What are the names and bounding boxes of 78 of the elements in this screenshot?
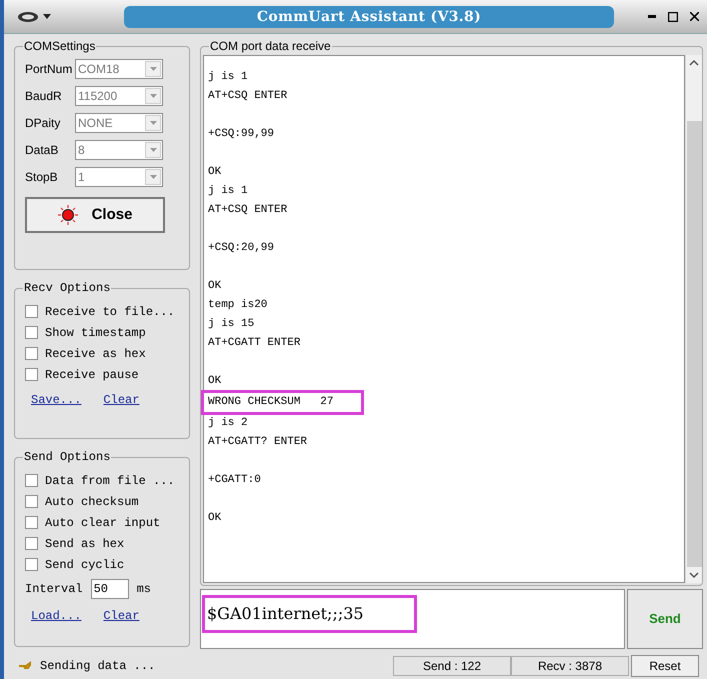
checkbox[interactable]: [25, 516, 38, 529]
checkbox-label: Send cyclic: [45, 556, 124, 574]
window-title: CommUart Assistant (V3.8): [124, 6, 614, 28]
log-line: AT+CGATT ENTER: [208, 336, 300, 351]
field-label: PortNum: [25, 61, 74, 78]
log-line: j is 2: [208, 416, 248, 431]
checkbox[interactable]: [25, 347, 38, 360]
checkbox[interactable]: [25, 495, 38, 508]
dropdown[interactable]: COM18: [75, 59, 163, 79]
group-title: Recv Options: [23, 280, 112, 296]
log-line: OK: [208, 374, 222, 389]
log-line: AT+CSQ ENTER: [208, 203, 288, 218]
checkbox-label: Receive pause: [45, 366, 139, 384]
app-menu-icon[interactable]: [17, 10, 39, 22]
checkbox[interactable]: [25, 558, 38, 571]
checkbox-label: Send as hex: [45, 536, 124, 552]
dropdown[interactable]: NONE: [75, 113, 163, 133]
checkbox[interactable]: [25, 537, 38, 550]
field-label: DataB: [25, 142, 60, 159]
log-line: j is 1: [208, 70, 248, 85]
checkbox-label: Receive as hex: [45, 346, 146, 362]
checkbox-label: Auto checksum: [45, 494, 139, 510]
send-input-value: $GA01internet;;;35: [205, 598, 414, 630]
pointing-hand-icon: [18, 660, 32, 672]
log-line: +CSQ:99,99: [208, 127, 274, 142]
interval-field[interactable]: 50: [90, 579, 129, 599]
unit-label: ms: [136, 581, 152, 598]
close-port-button[interactable]: Close: [25, 197, 165, 233]
log-line: j is 1: [208, 184, 248, 199]
reset-button[interactable]: Reset: [631, 655, 699, 677]
checkbox-label: Auto clear input: [45, 514, 160, 532]
recv-count: Recv : 3878: [511, 656, 629, 676]
interval-label: Interval: [25, 581, 83, 598]
send-count: Send : 122: [393, 656, 511, 676]
scrollbar-thumb[interactable]: [686, 121, 702, 567]
close-icon[interactable]: [690, 12, 699, 21]
checkbox-label: Show timestamp: [45, 324, 146, 342]
link[interactable]: Load...: [31, 607, 82, 625]
caret-icon: [150, 121, 156, 125]
checkbox[interactable]: [25, 326, 38, 339]
log-line: +CGATT:0: [208, 473, 261, 488]
group-title: COMSettings: [23, 38, 96, 54]
field-label: StopB: [25, 169, 59, 186]
log-line: temp is20: [208, 298, 268, 313]
log-line: OK: [208, 165, 222, 180]
log-line: +CSQ:20,99: [208, 241, 274, 256]
log-line: OK: [208, 511, 222, 526]
log-line: OK: [208, 279, 222, 294]
caret-icon: [150, 94, 156, 98]
indicator-light-icon: [58, 205, 78, 225]
scrollbar[interactable]: [685, 55, 702, 583]
dropdown[interactable]: 1: [75, 167, 163, 187]
send-button[interactable]: Send: [627, 589, 703, 649]
checkbox[interactable]: [25, 368, 38, 381]
caret-icon: [150, 67, 156, 71]
checkbox-label: Receive to file...: [45, 304, 175, 320]
dropdown[interactable]: 115200: [75, 86, 163, 106]
link[interactable]: Save...: [31, 391, 82, 409]
caret-icon: [150, 175, 156, 179]
checkbox-label: Data from file ...: [45, 472, 175, 490]
log-line: WRONG CHECKSUM 27: [204, 393, 362, 412]
caret-icon[interactable]: [43, 14, 51, 19]
caret-icon: [150, 148, 156, 152]
status-message: Sending data ...: [40, 658, 156, 675]
log-line: AT+CGATT? ENTER: [208, 435, 308, 450]
field-label: DPaity: [25, 115, 62, 132]
dropdown[interactable]: 8: [75, 140, 163, 160]
link[interactable]: Clear: [103, 391, 140, 409]
send-input-field[interactable]: $GA01internet;;;35: [200, 589, 625, 649]
link[interactable]: Clear: [103, 607, 140, 625]
checkbox[interactable]: [25, 305, 38, 318]
log-line: j is 15: [208, 317, 254, 332]
maximize-icon[interactable]: [668, 12, 678, 22]
checkbox[interactable]: [25, 474, 38, 487]
group-title: Send Options: [23, 449, 112, 465]
log-line: AT+CSQ ENTER: [208, 89, 288, 104]
group-title: COM port data receive: [209, 38, 332, 54]
field-label: BaudR: [25, 88, 63, 105]
